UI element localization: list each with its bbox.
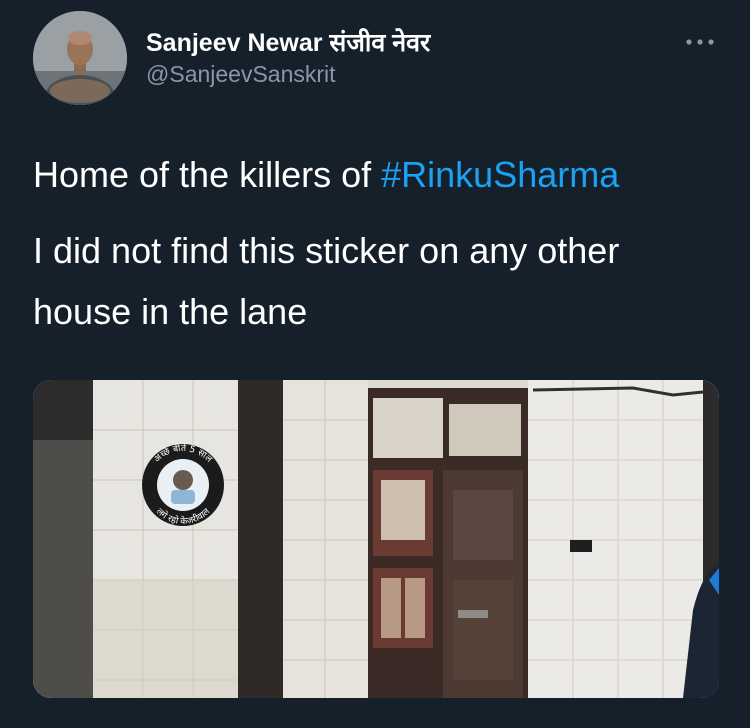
tweet-text-line-3: house in the lane (33, 291, 308, 332)
more-options-icon (686, 39, 714, 45)
avatar[interactable] (33, 11, 127, 105)
tweet-text-line-2: I did not find this sticker on any other (33, 230, 620, 271)
more-options-button[interactable] (680, 30, 720, 54)
author-handle[interactable]: @SanjeevSanskrit (146, 61, 336, 88)
tweet-text-line-1-plain: Home of the killers of (33, 154, 382, 195)
tweet-text-line-1: Home of the killers of #RinkuSharma (33, 155, 619, 195)
author-display-name[interactable]: Sanjeev Newar संजीव नेवर (146, 25, 430, 59)
hashtag-link[interactable]: #RinkuSharma (381, 154, 619, 195)
house-door-photo: अच्छे बीते 5 साल लगे रहो केजरीवाल (33, 380, 719, 698)
user-avatar-icon (33, 11, 127, 105)
tweet-photo[interactable]: अच्छे बीते 5 साल लगे रहो केजरीवाल (33, 380, 719, 698)
